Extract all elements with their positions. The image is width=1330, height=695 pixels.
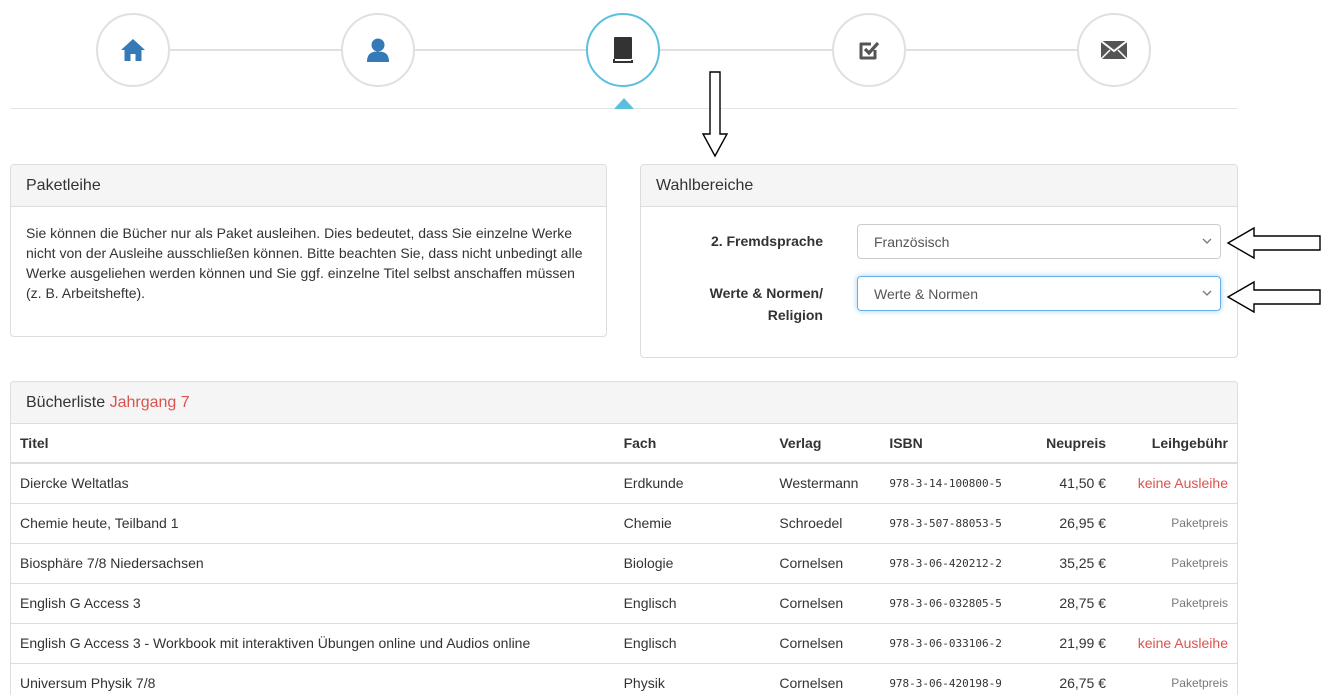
buecherliste-heading: Bücherliste Jahrgang 7 <box>11 382 1237 424</box>
step-contact[interactable] <box>1077 13 1151 87</box>
cell-fach: Chemie <box>614 502 771 543</box>
buecherliste-title: Bücherliste <box>26 393 106 411</box>
cell-neupreis: 21,99 € <box>1020 622 1116 663</box>
cell-isbn: 978-3-507-88053-5 <box>880 502 1021 543</box>
cell-isbn: 978-3-06-420198-9 <box>880 662 1021 695</box>
cell-verlag: Cornelsen <box>770 542 881 583</box>
chevron-down-icon <box>1202 290 1212 296</box>
check-square-icon <box>859 41 880 60</box>
cell-titel: Chemie heute, Teilband 1 <box>11 502 615 543</box>
cell-fach: Englisch <box>614 582 771 623</box>
table-row: Diercke Weltatlas Erdkunde Westermann 978-3… <box>11 462 1237 503</box>
cell-isbn: 978-3-14-100800-5 <box>880 462 1021 503</box>
left-arrow-annotation-1 <box>1226 226 1321 260</box>
cell-titel: Diercke Weltatlas <box>11 462 615 503</box>
jahrgang-label: Jahrgang 7 <box>109 393 190 411</box>
step-home[interactable] <box>96 13 170 87</box>
table-row: Universum Physik 7/8 Physik Cornelsen 978-3… <box>11 662 1237 695</box>
cell-leihgebuehr: Paketpreis <box>1115 582 1237 623</box>
cell-leihgebuehr: Paketpreis <box>1115 542 1237 583</box>
paketleihe-title: Paketleihe <box>11 165 606 207</box>
book-icon <box>613 37 633 63</box>
religion-label: Werte & Normen/ Religion <box>709 285 823 323</box>
cell-fach: Englisch <box>614 622 771 663</box>
envelope-icon <box>1100 40 1128 60</box>
cell-verlag: Cornelsen <box>770 662 881 695</box>
cell-titel: Biosphäre 7/8 Niedersachsen <box>11 542 615 583</box>
cell-isbn: 978-3-06-033106-2 <box>880 622 1021 663</box>
cell-fach: Physik <box>614 662 771 695</box>
cell-neupreis: 26,95 € <box>1020 502 1116 543</box>
cell-leihgebuehr: keine Ausleihe <box>1115 462 1237 503</box>
table-row: English G Access 3 Englisch Cornelsen 978-3… <box>11 582 1237 623</box>
step-books[interactable] <box>586 13 660 87</box>
col-verlag: Verlag <box>770 424 881 464</box>
cell-fach: Erdkunde <box>614 462 771 503</box>
book-table-body: Diercke Weltatlas Erdkunde Westermann 978-3… <box>11 462 1237 695</box>
cell-fach: Biologie <box>614 542 771 583</box>
cell-titel: English G Access 3 <box>11 582 615 623</box>
table-row: Chemie heute, Teilband 1 Chemie Schroedel 9… <box>11 502 1237 543</box>
down-arrow-annotation <box>701 71 729 158</box>
cell-neupreis: 26,75 € <box>1020 662 1116 695</box>
cell-isbn: 978-3-06-032805-5 <box>880 582 1021 623</box>
religion-value: Werte & Normen <box>874 285 978 302</box>
wizard-steps <box>0 0 1330 120</box>
cell-leihgebuehr: Paketpreis <box>1115 662 1237 695</box>
paketleihe-text: Sie können die Bücher nur als Paket ausl… <box>26 225 583 301</box>
active-step-caret <box>614 98 634 109</box>
cell-verlag: Cornelsen <box>770 622 881 663</box>
cell-leihgebuehr: Paketpreis <box>1115 502 1237 543</box>
fremdsprache-label: 2. Fremdsprache <box>710 233 823 249</box>
cell-neupreis: 35,25 € <box>1020 542 1116 583</box>
cell-neupreis: 41,50 € <box>1020 462 1116 503</box>
table-row: Biosphäre 7/8 Niedersachsen Biologie Corne… <box>11 542 1237 583</box>
cell-verlag: Schroedel <box>770 502 881 543</box>
step-personal[interactable] <box>341 13 415 87</box>
left-arrow-annotation-2 <box>1226 280 1321 314</box>
book-table: Titel Fach Verlag ISBN Neupreis Leihgebü… <box>11 424 1237 695</box>
cell-leihgebuehr: keine Ausleihe <box>1115 622 1237 663</box>
cell-isbn: 978-3-06-420212-2 <box>880 542 1021 583</box>
col-titel: Titel <box>11 424 615 464</box>
wahlbereiche-panel: Wahlbereiche 2. Fremdsprache Französisch… <box>640 164 1238 358</box>
paketleihe-panel: Paketleihe Sie können die Bücher nur als… <box>10 164 607 337</box>
chevron-down-icon <box>1202 238 1212 244</box>
table-row: English G Access 3 - Workbook mit intera… <box>11 622 1237 663</box>
user-icon <box>367 38 389 62</box>
col-isbn: ISBN <box>880 424 1021 464</box>
col-leihgebuehr: Leihgebühr <box>1115 424 1237 464</box>
wahlbereiche-title: Wahlbereiche <box>641 165 1237 207</box>
col-fach: Fach <box>614 424 771 464</box>
cell-titel: Universum Physik 7/8 <box>11 662 615 695</box>
table-header-row: Titel Fach Verlag ISBN Neupreis Leihgebü… <box>11 424 1237 464</box>
cell-titel: English G Access 3 - Workbook mit intera… <box>11 622 615 663</box>
cell-verlag: Westermann <box>770 462 881 503</box>
col-neupreis: Neupreis <box>1020 424 1116 464</box>
fremdsprache-select[interactable]: Französisch <box>857 224 1221 259</box>
cell-neupreis: 28,75 € <box>1020 582 1116 623</box>
step-confirm[interactable] <box>832 13 906 87</box>
fremdsprache-value: Französisch <box>874 233 950 250</box>
home-icon <box>121 39 145 61</box>
buecherliste-panel: Bücherliste Jahrgang 7 Titel Fach Verlag… <box>10 381 1238 695</box>
cell-verlag: Cornelsen <box>770 582 881 623</box>
religion-select[interactable]: Werte & Normen <box>857 276 1221 311</box>
